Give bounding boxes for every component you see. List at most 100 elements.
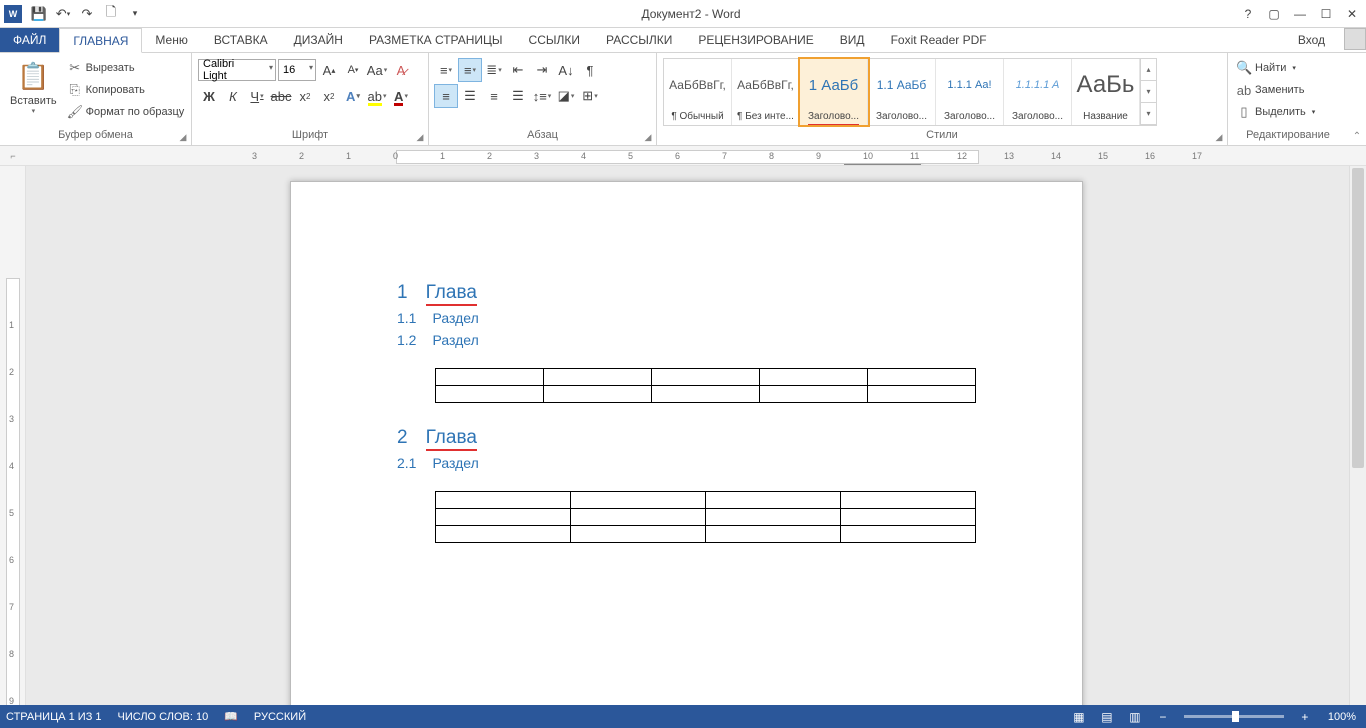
collapse-ribbon-icon[interactable]: ⌃: [1348, 53, 1366, 145]
document-canvas[interactable]: 1Глава 1.1Раздел 1.2Раздел 2Глава 2.1Раз…: [26, 166, 1366, 711]
grow-font-button[interactable]: A▴: [318, 59, 340, 81]
zoom-slider[interactable]: [1184, 715, 1284, 718]
style-heading4[interactable]: 1.1.1.1 AЗаголово...: [1004, 59, 1072, 125]
underline-button[interactable]: Ч▾: [246, 85, 268, 107]
styles-dialog-launcher-icon[interactable]: ◢: [1213, 131, 1225, 143]
undo-icon[interactable]: ↶▾: [52, 3, 74, 25]
tab-review[interactable]: РЕЦЕНЗИРОВАНИЕ: [685, 28, 826, 52]
tab-menu[interactable]: Меню: [142, 28, 200, 52]
shrink-font-button[interactable]: A▾: [342, 59, 364, 81]
zoom-slider-thumb[interactable]: [1232, 711, 1239, 722]
maximize-icon[interactable]: ☐: [1314, 3, 1338, 25]
heading-1[interactable]: 1Глава: [397, 282, 976, 304]
gallery-more-icon[interactable]: ▾: [1141, 103, 1156, 125]
vertical-scrollbar[interactable]: [1349, 166, 1366, 711]
align-center-button[interactable]: ☰: [459, 85, 481, 107]
save-icon[interactable]: 💾: [28, 3, 50, 25]
gallery-down-icon[interactable]: ▾: [1141, 81, 1156, 103]
scrollbar-thumb[interactable]: [1352, 168, 1364, 468]
find-button[interactable]: 🔍Найти▾: [1232, 57, 1319, 79]
zoom-level[interactable]: 100%: [1328, 711, 1356, 723]
view-read-mode-icon[interactable]: ▤: [1094, 707, 1120, 727]
style-heading2[interactable]: 1.1 АаБбЗаголово...: [868, 59, 936, 125]
zoom-out-icon[interactable]: −: [1150, 707, 1176, 727]
tab-insert[interactable]: ВСТАВКА: [201, 28, 281, 52]
clipboard-dialog-launcher-icon[interactable]: ◢: [177, 131, 189, 143]
style-title[interactable]: АаБьНазвание: [1072, 59, 1140, 125]
bullets-button[interactable]: ≡▾: [435, 59, 457, 81]
document-table[interactable]: [435, 368, 976, 403]
horizontal-ruler[interactable]: ⌐ Заголовок 1 32101234567891011121314151…: [0, 146, 1366, 166]
signin-link[interactable]: Вход: [1285, 28, 1338, 52]
status-word-count[interactable]: ЧИСЛО СЛОВ: 10: [118, 711, 209, 723]
status-spellcheck-icon[interactable]: 📖: [224, 710, 238, 723]
clear-formatting-button[interactable]: A̷: [390, 59, 412, 81]
justify-button[interactable]: ☰: [507, 85, 529, 107]
tab-view[interactable]: ВИД: [827, 28, 878, 52]
increase-indent-button[interactable]: ⇥: [531, 59, 553, 81]
font-name-combo[interactable]: Calibri Light▾: [198, 59, 276, 81]
view-print-layout-icon[interactable]: ▦: [1066, 707, 1092, 727]
user-avatar[interactable]: [1344, 28, 1366, 50]
tab-foxit[interactable]: Foxit Reader PDF: [878, 28, 1000, 52]
tab-mailings[interactable]: РАССЫЛКИ: [593, 28, 685, 52]
highlight-button[interactable]: ab▾: [366, 85, 388, 107]
sort-button[interactable]: A↓: [555, 59, 577, 81]
cut-button[interactable]: ✂Вырезать: [63, 57, 189, 79]
align-left-button[interactable]: ≡: [435, 85, 457, 107]
tab-page-layout[interactable]: РАЗМЕТКА СТРАНИЦЫ: [356, 28, 516, 52]
status-page[interactable]: СТРАНИЦА 1 ИЗ 1: [6, 711, 102, 723]
paste-button[interactable]: 📋 Вставить ▾: [4, 55, 63, 117]
style-heading1[interactable]: 1 АаБбЗаголово...: [800, 59, 868, 125]
show-marks-button[interactable]: ¶: [579, 59, 601, 81]
new-doc-icon[interactable]: 🗋: [100, 3, 122, 25]
heading-1[interactable]: 2Глава: [397, 427, 976, 449]
tab-references[interactable]: ССЫЛКИ: [516, 28, 593, 52]
replace-button[interactable]: abЗаменить: [1232, 79, 1319, 101]
italic-button[interactable]: К: [222, 85, 244, 107]
superscript-button[interactable]: x2: [318, 85, 340, 107]
view-web-layout-icon[interactable]: ▥: [1122, 707, 1148, 727]
line-spacing-button[interactable]: ↕≡▾: [531, 85, 553, 107]
help-icon[interactable]: ?: [1236, 3, 1260, 25]
font-size-combo[interactable]: 16▾: [278, 59, 316, 81]
text-effects-button[interactable]: A▾: [342, 85, 364, 107]
qat-customize-icon[interactable]: ▾: [124, 3, 146, 25]
subscript-button[interactable]: x2: [294, 85, 316, 107]
style-heading3[interactable]: 1.1.1 Аа!Заголово...: [936, 59, 1004, 125]
align-right-button[interactable]: ≡: [483, 85, 505, 107]
borders-button[interactable]: ⊞▾: [579, 85, 601, 107]
status-language[interactable]: РУССКИЙ: [254, 711, 306, 723]
font-dialog-launcher-icon[interactable]: ◢: [414, 131, 426, 143]
bold-button[interactable]: Ж: [198, 85, 220, 107]
select-button[interactable]: ▯Выделить▾: [1232, 101, 1319, 123]
strikethrough-button[interactable]: abc: [270, 85, 292, 107]
zoom-in-icon[interactable]: +: [1292, 707, 1318, 727]
gallery-up-icon[interactable]: ▴: [1141, 59, 1156, 81]
close-icon[interactable]: ✕: [1340, 3, 1364, 25]
tab-selector-icon[interactable]: ⌐: [0, 146, 26, 165]
heading-2[interactable]: 1.1Раздел: [397, 310, 976, 326]
paragraph-dialog-launcher-icon[interactable]: ◢: [642, 131, 654, 143]
style-no-spacing[interactable]: АаБбВвГг,¶ Без инте...: [732, 59, 800, 125]
style-normal[interactable]: АаБбВвГг,¶ Обычный: [664, 59, 732, 125]
font-color-button[interactable]: А▾: [390, 85, 412, 107]
multilevel-list-button[interactable]: ≣▾: [483, 59, 505, 81]
document-table[interactable]: [435, 491, 976, 543]
minimize-icon[interactable]: —: [1288, 3, 1312, 25]
ribbon-display-icon[interactable]: ▢: [1262, 3, 1286, 25]
change-case-button[interactable]: Aa▾: [366, 59, 388, 81]
tab-design[interactable]: ДИЗАЙН: [281, 28, 356, 52]
page-content[interactable]: 1Глава 1.1Раздел 1.2Раздел 2Глава 2.1Раз…: [291, 182, 1082, 543]
decrease-indent-button[interactable]: ⇤: [507, 59, 529, 81]
copy-button[interactable]: ⎘Копировать: [63, 79, 189, 101]
numbering-button[interactable]: ≡▾: [459, 59, 481, 81]
tab-file[interactable]: ФАЙЛ: [0, 28, 59, 52]
shading-button[interactable]: ◪▾: [555, 85, 577, 107]
format-painter-button[interactable]: 🖌Формат по образцу: [63, 101, 189, 123]
heading-2[interactable]: 1.2Раздел: [397, 332, 976, 348]
redo-icon[interactable]: ↷: [76, 3, 98, 25]
heading-2[interactable]: 2.1Раздел: [397, 455, 976, 471]
vertical-ruler[interactable]: 1234567891011: [0, 166, 26, 711]
tab-home[interactable]: ГЛАВНАЯ: [59, 28, 142, 53]
